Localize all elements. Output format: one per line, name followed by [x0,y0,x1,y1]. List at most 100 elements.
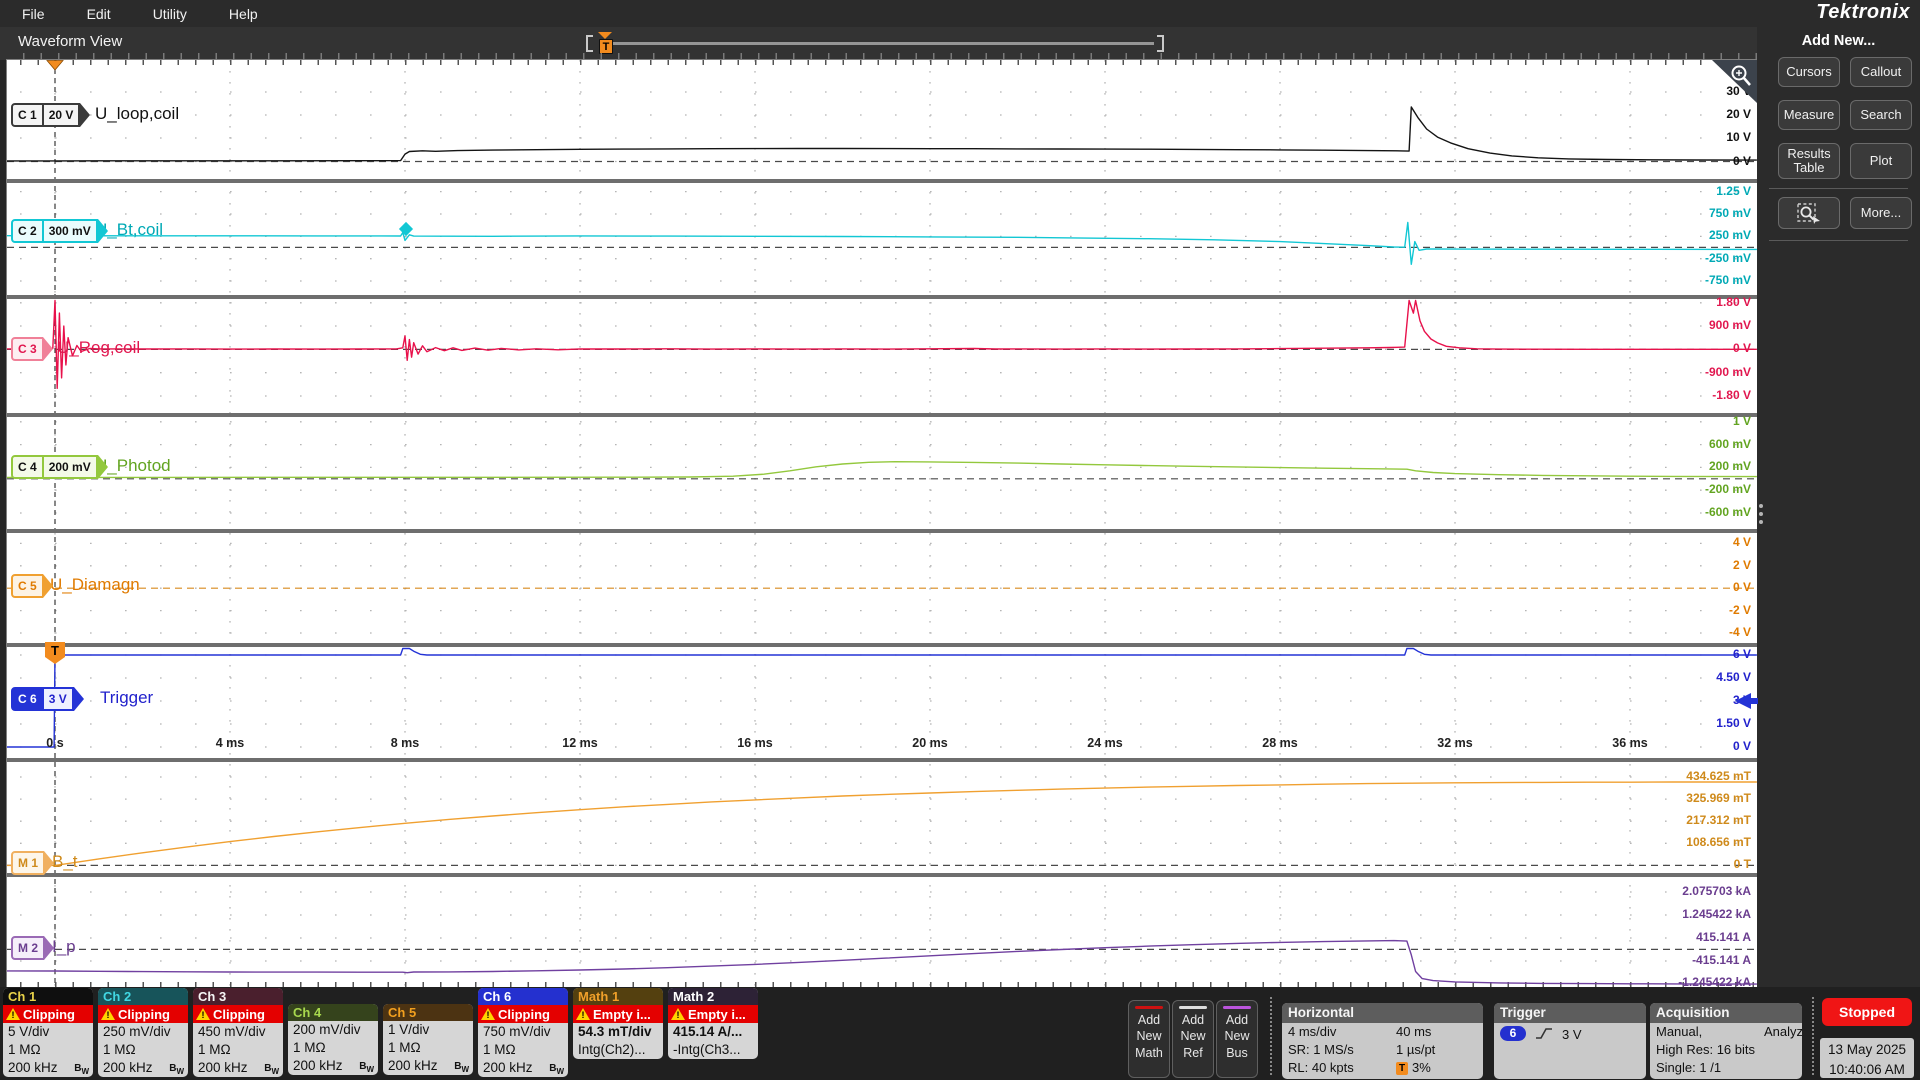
ch3-waveform-label: U_Rog,coil [57,338,140,358]
badge-math-2[interactable]: Math 2Empty i...415.14 A/...-Intg(Ch3... [668,988,758,1059]
math1-badge[interactable]: M 1 [11,851,54,875]
warning-icon [576,1008,590,1020]
acquisition-row: High Res: 16 bits [1650,1041,1802,1059]
trigger-flag-icon: T [1396,1062,1408,1075]
badge-row: 200 kHzBW [3,1059,93,1077]
graticule-canvas [7,60,1757,987]
badge-row: 1 MΩ [288,1039,378,1057]
warning-icon [101,1008,115,1020]
more-button[interactable]: More... [1850,197,1912,229]
menu-file[interactable]: File [22,6,45,22]
badge-ch-2[interactable]: Ch 2Clipping250 mV/div1 MΩ200 kHzBW [98,988,188,1077]
run-stop-status-button[interactable]: Stopped [1822,998,1912,1026]
badge-row: 1 V/div [383,1021,473,1039]
horizontal-pane[interactable]: Horizontal 4 ms/div40 msSR: 1 MS/s1 µs/p… [1282,1003,1483,1079]
badge-row: 1 MΩ [3,1041,93,1059]
ch4-badge[interactable]: C 4200 mV [11,455,108,479]
waveform-graticule: 30 V20 V10 V0 VU_loop,coilC 120 V1.25 V7… [7,60,1757,987]
add-new-bus-button[interactable]: Add New Bus [1216,1000,1258,1078]
badge-row: 250 mV/div [98,1023,188,1041]
ch6-badge[interactable]: C 63 V [11,687,84,711]
overview-trigger-flag-icon[interactable]: T [599,39,613,54]
badge-row: 200 kHzBW [478,1059,568,1077]
add-new-ref-button[interactable]: Add New Ref [1172,1000,1214,1078]
trigger-pane[interactable]: Trigger 6 3 V [1494,1003,1646,1079]
overview-track[interactable] [612,42,1154,45]
math2-badge-tip [44,936,54,960]
ch6-badge-id: C 6 [11,687,43,711]
add-new-math-button[interactable]: Add New Math [1128,1000,1170,1078]
ch2-badge[interactable]: C 2300 mV [11,219,108,243]
overview-right-bracket[interactable] [1157,35,1164,52]
badge-row: 200 kHzBW [288,1057,378,1075]
clipping-warning: Clipping [3,1005,93,1023]
time-label: 32 ms [1425,736,1485,750]
badge-row: 54.3 mT/div [573,1023,663,1041]
badge-header: Ch 6 [478,988,568,1005]
ch1-waveform-label: U_loop,coil [95,104,179,124]
button-cursors[interactable]: Cursors [1778,57,1840,87]
ch2-badge-id: C 2 [11,219,43,243]
trigger-level-value: 3 V [1562,1026,1582,1044]
menu-help[interactable]: Help [229,6,258,22]
badge-math-1[interactable]: Math 1Empty i...54.3 mT/divIntg(Ch2)... [573,988,663,1059]
clipping-warning: Clipping [478,1005,568,1023]
rising-edge-icon [1534,1026,1554,1041]
top-ruler-ticks [7,53,1757,60]
time-label: 36 ms [1600,736,1660,750]
panel-drag-handle[interactable] [1759,500,1763,528]
clipping-warning: Empty i... [573,1005,663,1023]
math2-badge[interactable]: M 2 [11,936,54,960]
badge-row: 200 kHzBW [383,1057,473,1075]
ch1-badge-scale: 20 V [43,103,81,127]
bottom-bar: Ch 1Clipping5 V/div1 MΩ200 kHzBWCh 2Clip… [0,987,1920,1080]
badge-ch-4[interactable]: Ch 4200 mV/div1 MΩ200 kHzBW [288,1004,378,1075]
badge-row: 450 mV/div [193,1023,283,1041]
menu-utility[interactable]: Utility [153,6,187,22]
color-stripe [1223,1006,1251,1009]
button-measure[interactable]: Measure [1778,100,1840,130]
math1-waveform-label: B_t [52,852,78,872]
overview-left-bracket[interactable] [586,35,593,52]
color-stripe [1135,1006,1163,1009]
button-callout[interactable]: Callout [1850,57,1912,87]
button-search[interactable]: Search [1850,100,1912,130]
badge-row: 415.14 A/... [668,1023,758,1041]
tab-waveform-view[interactable]: Waveform View [18,33,122,50]
ch1-badge[interactable]: C 120 V [11,103,90,127]
date-text: 13 May 2025 [1820,1040,1914,1060]
badge-ch-1[interactable]: Ch 1Clipping5 V/div1 MΩ200 kHzBW [3,988,93,1077]
ch5-badge[interactable]: C 5 [11,574,53,598]
badge-row: -Intg(Ch3... [668,1041,758,1059]
bandwidth-icon: BW [74,1060,89,1077]
acquisition-pane[interactable]: Acquisition Manual,AnalyzeHigh Res: 16 b… [1650,1003,1802,1079]
ch5-waveform-label: U_Diamagn [50,575,140,595]
time-label: 28 ms [1250,736,1310,750]
tektronix-logo: Tektronix [1816,1,1910,24]
menu-items: File Edit Utility Help [0,6,258,22]
math1-badge-id: M 1 [11,851,44,875]
menu-edit[interactable]: Edit [87,6,111,22]
badge-ch-3[interactable]: Ch 3Clipping450 mV/div1 MΩ200 kHzBW [193,988,283,1077]
warning-icon [481,1008,495,1020]
trigger-source-badge: 6 [1500,1026,1526,1041]
clipping-warning: Clipping [98,1005,188,1023]
badge-header: Math 1 [573,988,663,1005]
time-text: 10:40:06 AM [1820,1060,1914,1080]
horizontal-overview-scrollbar[interactable]: T [586,32,1164,55]
badge-ch-5[interactable]: Ch 51 V/div1 MΩ200 kHzBW [383,1004,473,1075]
badge-row: 200 kHzBW [98,1059,188,1077]
ch1-badge-id: C 1 [11,103,43,127]
button-results-table[interactable]: Results Table [1778,143,1840,179]
ch2-badge-tip [98,219,108,243]
button-plot[interactable]: Plot [1850,143,1912,179]
badge-header: Ch 2 [98,988,188,1005]
clipping-warning: Clipping [193,1005,283,1023]
bandwidth-icon: BW [169,1060,184,1077]
ch3-badge-id: C 3 [11,337,43,361]
ch3-badge[interactable]: C 3 [11,337,53,361]
badge-ch-6[interactable]: Ch 6Clipping750 mV/div1 MΩ200 kHzBW [478,988,568,1077]
area-zoom-button[interactable] [1778,197,1840,229]
trigger-pane-title: Trigger [1494,1003,1646,1023]
trigger-level-arrow-icon[interactable] [1735,693,1751,709]
